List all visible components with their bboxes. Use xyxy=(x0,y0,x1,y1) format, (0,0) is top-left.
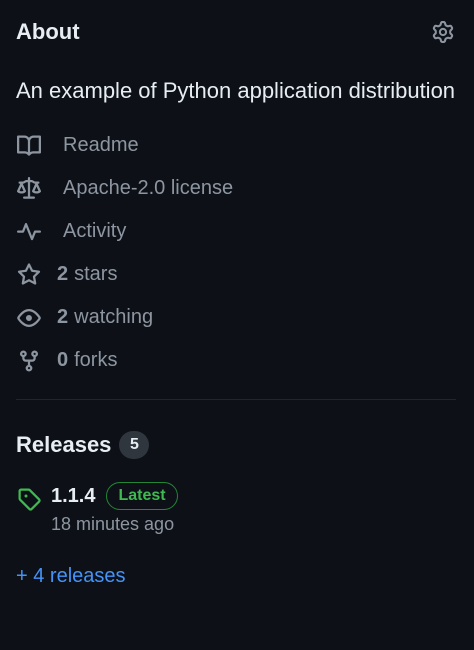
stars-count: 2 xyxy=(57,263,69,285)
release-info: 1.1.4 Latest 18 minutes ago xyxy=(51,482,178,535)
readme-label: Readme xyxy=(63,134,139,156)
watchers-count: 2 xyxy=(57,306,69,328)
gear-icon[interactable] xyxy=(430,19,456,45)
eye-icon xyxy=(16,305,42,331)
pulse-icon xyxy=(16,219,42,245)
activity-link[interactable]: Activity xyxy=(16,210,456,253)
license-link[interactable]: Apache-2.0 license xyxy=(16,167,456,210)
stars-label: stars xyxy=(74,263,118,285)
repo-meta-list: Readme Apache-2.0 license Activity 2 sta… xyxy=(16,124,456,382)
repo-description: An example of Python application distrib… xyxy=(16,78,456,103)
stars-link[interactable]: 2 stars xyxy=(16,253,456,296)
law-scale-icon xyxy=(16,176,42,202)
releases-title[interactable]: Releases xyxy=(16,432,111,458)
fork-icon xyxy=(16,348,42,374)
activity-label: Activity xyxy=(63,220,127,242)
release-time: 18 minutes ago xyxy=(51,514,175,534)
forks-label: forks xyxy=(74,349,118,371)
book-icon xyxy=(16,133,42,159)
about-header: About xyxy=(16,0,456,64)
release-name[interactable]: 1.1.4 xyxy=(51,485,95,508)
watchers-label: watching xyxy=(74,306,154,328)
latest-release[interactable]: 1.1.4 Latest 18 minutes ago xyxy=(16,482,456,535)
tag-icon xyxy=(16,486,42,512)
more-releases-link[interactable]: + 4 releases xyxy=(16,565,126,588)
watchers-link[interactable]: 2 watching xyxy=(16,296,456,339)
section-divider xyxy=(16,399,456,400)
repo-sidebar: About An example of Python application d… xyxy=(0,0,474,650)
latest-badge: Latest xyxy=(106,482,178,510)
release-top: 1.1.4 Latest xyxy=(51,482,178,510)
about-title: About xyxy=(16,19,80,44)
readme-link[interactable]: Readme xyxy=(16,124,456,167)
releases-header: Releases 5 xyxy=(16,420,456,470)
forks-count: 0 xyxy=(57,349,69,371)
releases-count-badge: 5 xyxy=(119,431,150,459)
license-label: Apache-2.0 license xyxy=(63,177,234,199)
forks-link[interactable]: 0 forks xyxy=(16,339,456,382)
star-icon xyxy=(16,262,42,288)
